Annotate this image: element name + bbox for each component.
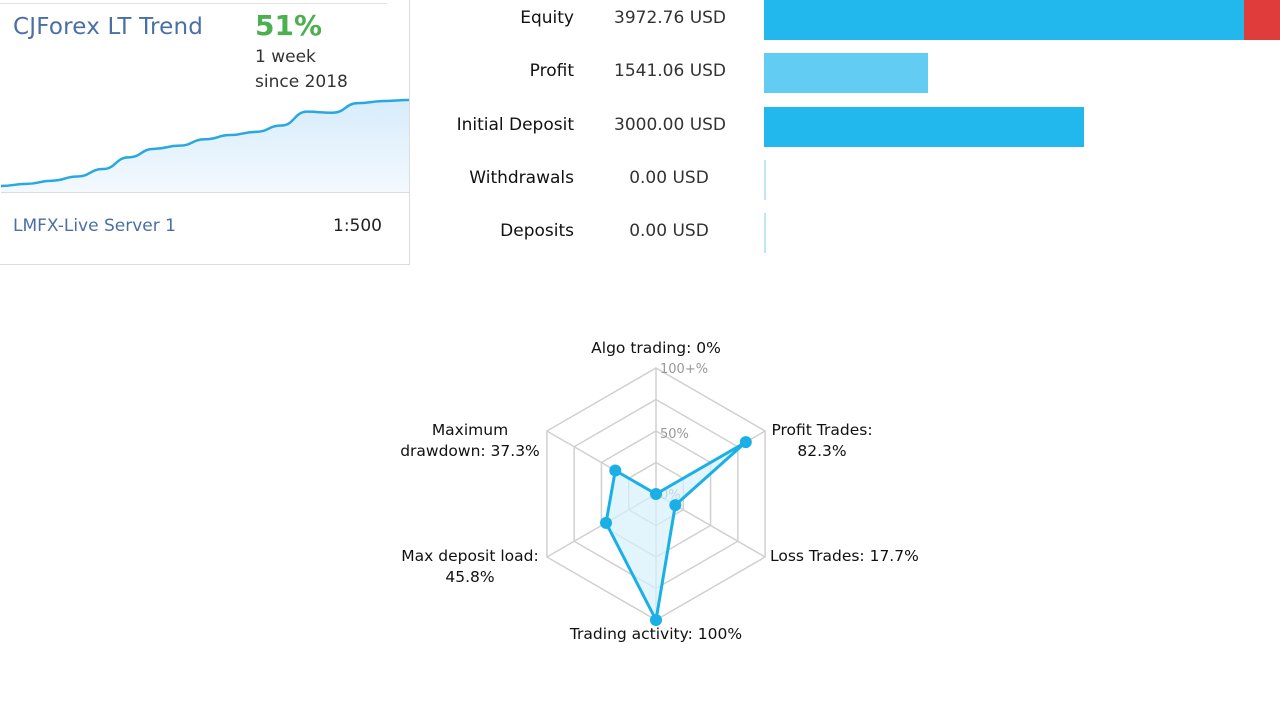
radar-point-profit-trades — [739, 436, 752, 449]
stat-value: 3000.00 USD — [614, 115, 727, 135]
radar-label-line: Loss Trades: 17.7% — [770, 547, 919, 565]
radar-ring-label: 50% — [660, 427, 689, 442]
balance-row-deposits: Deposits 0.00 USD — [430, 213, 1280, 253]
signal-title[interactable]: CJForex LT Trend — [13, 14, 203, 40]
signal-since: since 2018 — [255, 72, 348, 92]
signal-growth: 51% — [255, 9, 323, 42]
stat-value: 0.00 USD — [629, 221, 709, 241]
stat-value: 3972.76 USD — [614, 8, 727, 28]
radar-label-max-deposit-load: Max deposit load: 45.8% — [386, 546, 554, 588]
radar-label-algo-trading: Algo trading: 0% — [566, 338, 746, 359]
profit-bar — [764, 53, 929, 93]
radar-label-line: Profit Trades: — [771, 421, 873, 439]
card-top-divider — [0, 3, 387, 4]
radar-label-loss-trades: Loss Trades: 17.7% — [770, 546, 930, 567]
radar-point-loss-trades — [669, 499, 682, 512]
radar-label-line: drawdown: 37.3% — [400, 442, 540, 460]
stat-label: Equity — [520, 8, 574, 28]
withdrawals-bar — [764, 160, 766, 200]
radar-label-maximum-drawdown: Maximum drawdown: 37.3% — [392, 420, 548, 462]
card-divider — [1, 192, 409, 193]
signal-period: 1 week — [255, 47, 316, 67]
radar-svg: 0%50%100+% — [546, 362, 766, 626]
balance-row-initial-deposit: Initial Deposit 3000.00 USD — [430, 107, 1280, 147]
balance-row-profit: Profit 1541.06 USD — [430, 53, 1280, 93]
radar-point-max-deposit-load — [600, 516, 613, 529]
equity-bar — [764, 0, 1244, 40]
radar-ring-label: 100+% — [660, 362, 708, 377]
deposits-bar — [764, 213, 766, 253]
radar-label-line: 82.3% — [797, 442, 847, 460]
growth-sparkline — [1, 98, 409, 192]
trading-radar-chart: 0%50%100+% Algo trading: 0% Profit Trade… — [380, 330, 940, 660]
broker-server[interactable]: LMFX-Live Server 1 — [13, 216, 176, 236]
stat-label: Withdrawals — [469, 168, 574, 188]
equity-overflow-bar — [1243, 0, 1280, 40]
radar-label-line: Trading activity: 100% — [569, 625, 743, 643]
stat-value: 1541.06 USD — [614, 61, 727, 81]
balance-row-equity: Equity 3972.76 USD — [430, 0, 1280, 40]
stat-value: 0.00 USD — [629, 168, 709, 188]
stat-label: Deposits — [500, 221, 574, 241]
balance-row-withdrawals: Withdrawals 0.00 USD — [430, 160, 1280, 200]
radar-label-line: Max deposit load: — [401, 547, 539, 565]
radar-label-profit-trades: Profit Trades: 82.3% — [762, 420, 882, 462]
radar-label-line: 45.8% — [445, 568, 495, 586]
stat-label: Initial Deposit — [456, 115, 574, 135]
radar-data-polygon — [604, 440, 748, 622]
stat-label: Profit — [529, 61, 574, 81]
radar-point-maximum-drawdown — [609, 464, 622, 477]
initial-deposit-bar — [764, 107, 1084, 147]
radar-label-line: Maximum — [431, 421, 509, 439]
radar-point-algo-trading — [650, 488, 662, 500]
radar-label-line: Algo trading: 0% — [591, 339, 721, 357]
leverage: 1:500 — [333, 216, 382, 236]
signal-card[interactable]: CJForex LT Trend 51% 1 week since 2018 L… — [0, 0, 410, 265]
radar-label-trading-activity: Trading activity: 100% — [556, 624, 756, 645]
